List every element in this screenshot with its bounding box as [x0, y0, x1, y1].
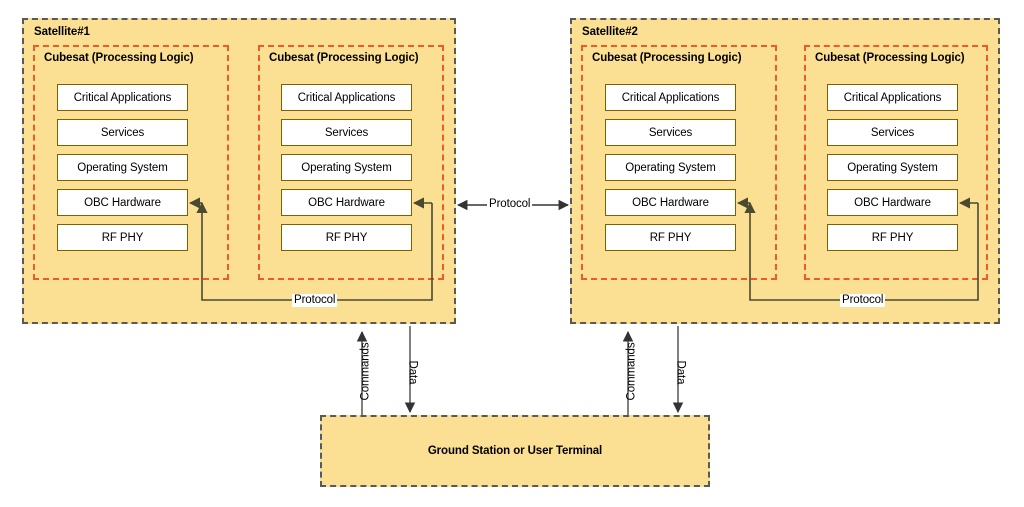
sat1-cubesat-right-layer-operating-system: Operating System — [281, 154, 412, 181]
sat2-cubesat-left-layer-obc-hardware: OBC Hardware — [605, 189, 736, 216]
sat1-cubesat-left-layer-obc-hardware: OBC Hardware — [57, 189, 188, 216]
layer-label: Operating System — [301, 161, 392, 174]
sat2-internal-protocol-label: Protocol — [840, 294, 886, 307]
layer-label: OBC Hardware — [308, 196, 385, 209]
layer-label: Critical Applications — [73, 91, 172, 104]
sat1-cubesat-left-layer-critical-applications: Critical Applications — [57, 84, 188, 111]
sat1-cubesat-left-layer-operating-system: Operating System — [57, 154, 188, 181]
sat1-cubesat-left-layer-rf-phy: RF PHY — [57, 224, 188, 251]
diagram-canvas: Satellite#1 Cubesat (Processing Logic) C… — [0, 0, 1024, 507]
ground-station-container: Ground Station or User Terminal — [320, 415, 710, 487]
layer-label: OBC Hardware — [854, 196, 931, 209]
layer-label: Services — [870, 126, 915, 139]
layer-label: Services — [324, 126, 369, 139]
sat1-internal-protocol-label: Protocol — [292, 294, 338, 307]
sat2-cubesat-right-layer-obc-hardware: OBC Hardware — [827, 189, 958, 216]
ground-station-label: Ground Station or User Terminal — [427, 445, 603, 457]
sat1-data-label: Data — [406, 360, 419, 385]
sat1-cubesat-right-layer-rf-phy: RF PHY — [281, 224, 412, 251]
layer-label: Operating System — [847, 161, 938, 174]
sat2-cubesat-left-layer-services: Services — [605, 119, 736, 146]
sat1-cubesat-right-layer-obc-hardware: OBC Hardware — [281, 189, 412, 216]
layer-label: Operating System — [625, 161, 716, 174]
sat2-data-label: Data — [674, 360, 687, 385]
sat2-cubesat-left-layer-rf-phy: RF PHY — [605, 224, 736, 251]
sat1-cubesat-right-layer-services: Services — [281, 119, 412, 146]
layer-label: Services — [648, 126, 693, 139]
layer-label: OBC Hardware — [84, 196, 161, 209]
layer-label: RF PHY — [101, 231, 144, 244]
sat1-cubesat-right-title: Cubesat (Processing Logic) — [269, 52, 419, 64]
sat2-cubesat-left-title: Cubesat (Processing Logic) — [592, 52, 742, 64]
sat1-commands-label: Commands — [359, 342, 372, 401]
sat2-cubesat-right-layer-operating-system: Operating System — [827, 154, 958, 181]
layer-label: Critical Applications — [843, 91, 942, 104]
sat2-cubesat-left-layer-operating-system: Operating System — [605, 154, 736, 181]
sat2-commands-label: Commands — [625, 342, 638, 401]
sat2-cubesat-right-layer-services: Services — [827, 119, 958, 146]
sat2-cubesat-left-layer-critical-applications: Critical Applications — [605, 84, 736, 111]
satellite-1-title: Satellite#1 — [34, 26, 90, 38]
layer-label: Critical Applications — [297, 91, 396, 104]
sat1-cubesat-left-layer-services: Services — [57, 119, 188, 146]
layer-label: Operating System — [77, 161, 168, 174]
sat1-cubesat-left-title: Cubesat (Processing Logic) — [44, 52, 194, 64]
sat2-cubesat-right-layer-rf-phy: RF PHY — [827, 224, 958, 251]
layer-label: Critical Applications — [621, 91, 720, 104]
layer-label: OBC Hardware — [632, 196, 709, 209]
layer-label: Services — [100, 126, 145, 139]
layer-label: RF PHY — [871, 231, 914, 244]
sat2-cubesat-right-layer-critical-applications: Critical Applications — [827, 84, 958, 111]
layer-label: RF PHY — [325, 231, 368, 244]
sat2-cubesat-right-title: Cubesat (Processing Logic) — [815, 52, 965, 64]
layer-label: RF PHY — [649, 231, 692, 244]
inter-satellite-protocol-label: Protocol — [487, 198, 533, 211]
sat1-cubesat-right-layer-critical-applications: Critical Applications — [281, 84, 412, 111]
satellite-2-title: Satellite#2 — [582, 26, 638, 38]
